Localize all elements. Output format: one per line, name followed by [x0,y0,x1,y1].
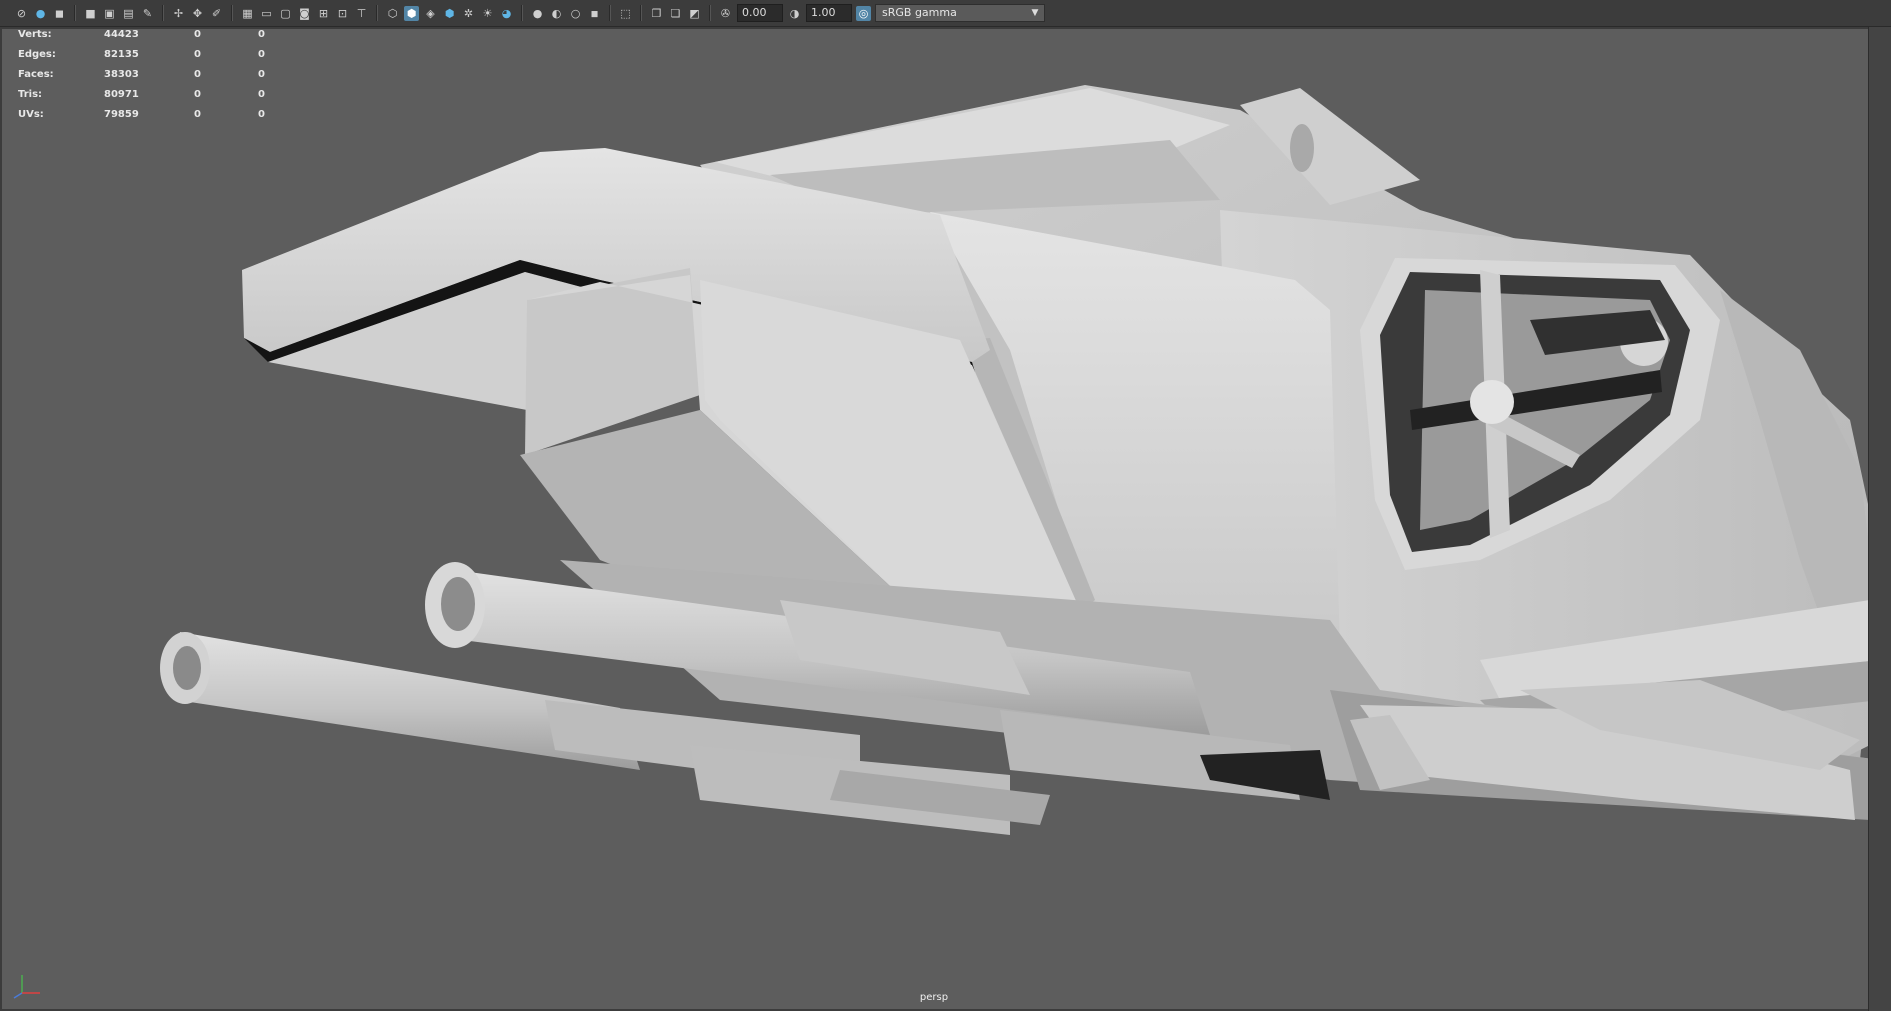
toolbar-divider [74,5,76,21]
resolution-gate-icon[interactable]: ▢ [278,6,293,21]
toolbar-divider [609,5,611,21]
hud-sel: 0 [194,28,201,40]
isolate-select-icon[interactable]: ⬚ [618,6,633,21]
smooth-shade-icon[interactable]: ⬢ [404,5,419,21]
lighting-icon[interactable]: ✲ [461,6,476,21]
move-tool-icon[interactable]: ✥ [190,6,205,21]
hud-value: 44423 [104,28,139,40]
hud-row: Tris: 80971 0 0 [18,84,288,104]
toolbar-divider [162,5,164,21]
hud-row: Edges: 82135 0 0 [18,44,288,64]
lock-camera-icon[interactable]: ● [33,6,48,21]
chevron-down-icon: ▼ [1031,8,1039,18]
hud-value: 38303 [104,68,139,80]
safe-action-icon[interactable]: ⊡ [335,6,350,21]
hud-label: Faces: [18,68,54,80]
hud-row: Verts: 44423 0 0 [18,27,288,44]
hud-sel2: 0 [258,108,265,120]
camera-attributes-icon[interactable]: ◼ [52,6,67,21]
field-chart-icon[interactable]: ⊞ [316,6,331,21]
gate-mask-icon[interactable]: ◙ [297,6,312,21]
snap-icon[interactable]: ✢ [171,6,186,21]
wireframe-icon[interactable]: ⬡ [385,6,400,21]
gamma-icon[interactable]: ◑ [787,6,802,21]
hud-row: UVs: 79859 0 0 [18,104,288,124]
hud-label: UVs: [18,108,44,120]
hud-sel2: 0 [258,68,265,80]
shadows-icon[interactable]: ☀ [480,6,495,21]
toolbar-divider [521,5,523,21]
exposure-field[interactable]: 0.00 [737,4,783,22]
toolbar-divider [640,5,642,21]
hud-label: Verts: [18,28,52,40]
xray-joints-icon[interactable]: ❐ [649,6,664,21]
color-space-label: sRGB gamma [882,6,957,19]
backface-culling-icon[interactable]: ◩ [687,6,702,21]
maya-window: ⊘ ● ◼ ■ ▣ ▤ ✎ ✢ ✥ ✐ ▦ ▭ ▢ ◙ ⊞ ⊡ ⊤ ⬡ ⬢ ◈ … [0,0,1891,1011]
xray-icon[interactable]: ◕ [499,6,514,21]
image-plane-icon[interactable]: ▣ [102,6,117,21]
toolbar-divider [376,5,378,21]
hud-value: 80971 [104,88,139,100]
hud-label: Edges: [18,48,56,60]
hard-surface-model[interactable] [0,27,1891,1011]
bookmark-camera-icon[interactable]: ■ [83,6,98,21]
side-panel-strip[interactable] [1868,27,1891,1011]
hud-sel2: 0 [258,88,265,100]
camera-name-label: persp [919,992,949,1003]
hud-label: Tris: [18,88,43,100]
gamma-field[interactable]: 1.00 [806,4,852,22]
exposure-icon[interactable]: ✇ [718,6,733,21]
grid-icon[interactable]: ▦ [240,6,255,21]
motion-blur-icon[interactable]: ◐ [549,6,564,21]
hud-value: 79859 [104,108,139,120]
paint-tool-icon[interactable]: ✐ [209,6,224,21]
hud-value: 82135 [104,48,139,60]
select-camera-icon[interactable]: ⊘ [14,6,29,21]
color-space-dropdown[interactable]: sRGB gamma ▼ [875,4,1045,22]
textured-icon[interactable]: ⬢ [442,6,457,21]
hud-sel2: 0 [258,48,265,60]
xray-active-icon[interactable]: ❏ [668,6,683,21]
hud-sel: 0 [194,108,201,120]
wireframe-on-shaded-icon[interactable]: ◈ [423,6,438,21]
poly-count-hud: Verts: 44423 0 0 Edges: 82135 0 0 Faces: 38303 0 0 T… [18,27,288,124]
viewport-panel-toolbar: ⊘ ● ◼ ■ ▣ ▤ ✎ ✢ ✥ ✐ ▦ ▭ ▢ ◙ ⊞ ⊡ ⊤ ⬡ ⬢ ◈ … [0,0,1891,27]
depth-of-field-icon[interactable]: ◾ [587,6,602,21]
hud-sel: 0 [194,88,201,100]
grease-pencil-icon[interactable]: ✎ [140,6,155,21]
hud-sel: 0 [194,48,201,60]
film-gate-icon[interactable]: ▭ [259,6,274,21]
ambient-occlusion-icon[interactable]: ● [530,6,545,21]
hud-sel: 0 [194,68,201,80]
2d-pan-zoom-icon[interactable]: ▤ [121,6,136,21]
3d-viewport[interactable]: Verts: 44423 0 0 Edges: 82135 0 0 Faces: 38303 0 0 T… [0,27,1891,1011]
antialiasing-icon[interactable]: ○ [568,6,583,21]
view-transform-icon[interactable]: ◎ [856,5,871,21]
toolbar-divider [709,5,711,21]
hud-row: Faces: 38303 0 0 [18,64,288,84]
safe-title-icon[interactable]: ⊤ [354,6,369,21]
hud-sel2: 0 [258,28,265,40]
toolbar-divider [231,5,233,21]
